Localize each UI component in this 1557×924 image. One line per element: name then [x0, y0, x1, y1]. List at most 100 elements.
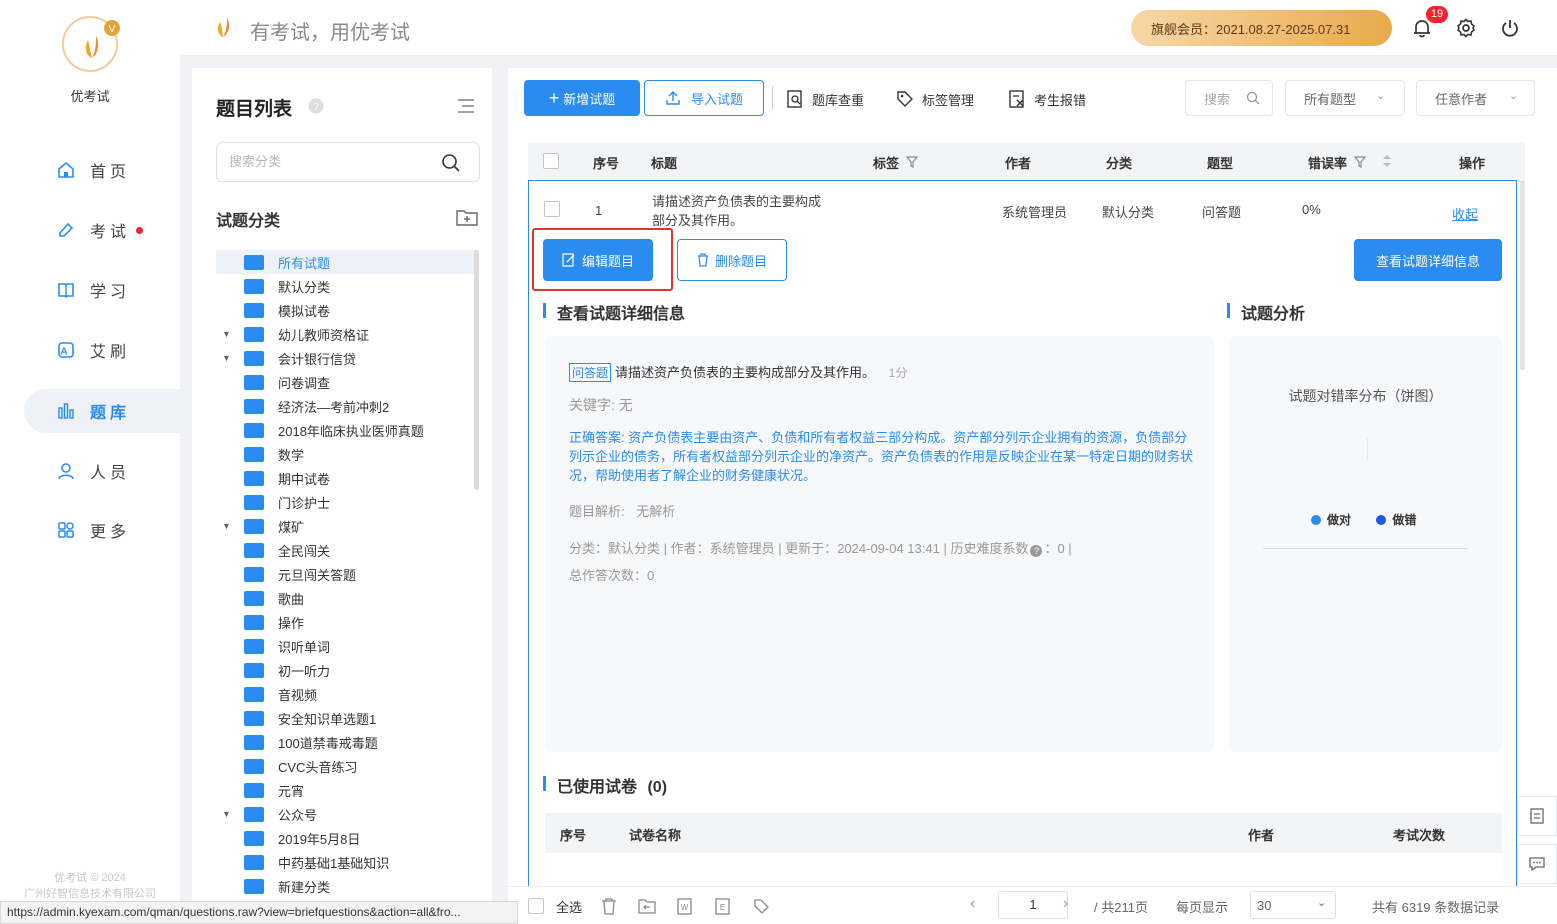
category-item[interactable]: 初一听力 [216, 658, 476, 682]
bottom-bar: 全选 W E ‹ 1 › / 共211页 每页显示 30 ⌄ 共有 6319 条… [508, 886, 1557, 924]
category-item[interactable]: 100道禁毒戒毒题 [216, 730, 476, 754]
category-item[interactable]: 新建分类 [216, 874, 476, 898]
export-excel-icon[interactable]: E [714, 897, 732, 915]
view-detail-button[interactable]: 查看试题详细信息 [1354, 239, 1502, 281]
trash-icon[interactable] [600, 897, 618, 915]
category-item[interactable]: 经济法—考前冲刺2 [216, 394, 476, 418]
move-folder-icon[interactable] [638, 897, 656, 915]
author-filter-select[interactable]: 任意作者 ⌄ [1416, 80, 1535, 116]
help-icon[interactable]: ? [308, 98, 324, 114]
category-search-input[interactable] [229, 154, 429, 169]
category-item[interactable]: 识听单词 [216, 634, 476, 658]
add-question-button[interactable]: + 新增试题 [524, 80, 640, 116]
delete-question-button[interactable]: 删除题目 [677, 239, 787, 281]
per-page-select[interactable]: 30 ⌄ [1250, 891, 1336, 919]
row-title[interactable]: 请描述资产负债表的主要构成 部分及其作用。 [652, 192, 821, 230]
category-item[interactable]: 歌曲 [216, 586, 476, 610]
report-error-button[interactable]: 考生报错 [1008, 88, 1086, 110]
chat-button[interactable] [1517, 844, 1557, 884]
next-page-icon[interactable]: › [1063, 895, 1068, 913]
category-item[interactable]: 所有试题 [216, 250, 476, 274]
search-icon[interactable] [1246, 91, 1260, 105]
category-item[interactable]: 数学 [216, 442, 476, 466]
expand-arrow-icon[interactable]: ▼ [222, 809, 231, 819]
nav-home[interactable]: 首页 [24, 148, 180, 192]
collapse-menu-icon[interactable] [456, 98, 476, 114]
nav-question-bank[interactable]: 题库 [24, 389, 180, 433]
import-question-button[interactable]: 导入试题 [644, 80, 764, 116]
category-item[interactable]: 音视频 [216, 682, 476, 706]
category-item[interactable]: 2018年临床执业医师真题 [216, 418, 476, 442]
category-item[interactable]: 期中试卷 [216, 466, 476, 490]
add-folder-icon[interactable] [456, 208, 478, 226]
page-number-input[interactable]: 1 [998, 891, 1068, 919]
highlight-box [532, 228, 673, 291]
chart-axis-line [1263, 548, 1468, 549]
category-item[interactable]: ▼ 会计银行信贷 [216, 346, 476, 370]
category-item[interactable]: ▼ 幼儿教师资格证 [216, 322, 476, 346]
question-search[interactable]: 搜索 [1185, 80, 1273, 116]
nav-exam[interactable]: 考试 [24, 208, 180, 252]
row-checkbox[interactable] [544, 201, 560, 217]
sort-icon[interactable] [1382, 153, 1392, 169]
select-all-checkbox[interactable] [543, 153, 559, 169]
folder-icon [244, 566, 264, 582]
bottom-select-all-checkbox[interactable] [528, 898, 544, 914]
category-item[interactable]: 2019年5月8日 [216, 826, 476, 850]
nav-study[interactable]: 学习 [24, 268, 180, 312]
feedback-button[interactable] [1517, 796, 1557, 836]
tag-icon[interactable] [752, 897, 770, 915]
power-icon[interactable] [1500, 18, 1520, 38]
category-item[interactable]: ▼ 公众号 [216, 802, 476, 826]
expand-arrow-icon[interactable]: ▼ [222, 521, 231, 531]
category-item[interactable]: 模拟试卷 [216, 298, 476, 322]
category-section-title: 试题分类 [216, 213, 281, 230]
category-item[interactable]: 门诊护士 [216, 490, 476, 514]
nav-aishua[interactable]: A 艾刷 [24, 328, 180, 372]
category-item[interactable]: ▼ 煤矿 [216, 514, 476, 538]
expand-arrow-icon[interactable]: ▼ [222, 329, 231, 339]
filter-icon[interactable] [906, 155, 920, 169]
type-filter-select[interactable]: 所有题型 ⌄ [1285, 80, 1405, 116]
category-item[interactable]: 元旦闯关答题 [216, 562, 476, 586]
legend-wrong[interactable]: 做错 [1392, 513, 1416, 527]
category-item[interactable]: 中药基础1基础知识 [216, 850, 476, 874]
settings-gear-icon[interactable] [1456, 18, 1476, 38]
chevron-down-icon: ⌄ [1509, 90, 1519, 102]
nav-people[interactable]: 人员 [24, 449, 180, 493]
prev-page-icon[interactable]: ‹ [970, 895, 975, 913]
select-all-label[interactable]: 全选 [556, 897, 582, 916]
legend-right[interactable]: 做对 [1327, 513, 1351, 527]
logo-icon: V [85, 20, 120, 58]
category-scrollbar[interactable] [474, 250, 479, 490]
category-item[interactable]: 安全知识单选题1 [216, 706, 476, 730]
membership-badge[interactable]: 旗舰会员：2021.08.27-2025.07.31 [1131, 10, 1392, 46]
folder-icon [244, 878, 264, 894]
col-tags[interactable]: 标签 [873, 153, 899, 172]
home-icon [56, 160, 76, 180]
category-search[interactable] [216, 142, 480, 182]
category-label: 识听单词 [278, 639, 331, 655]
category-label: 全民闯关 [278, 543, 331, 559]
question-type-tag: 问答题 [569, 363, 612, 382]
tag-manage-button[interactable]: 标签管理 [896, 88, 974, 110]
app-logo[interactable]: V [62, 16, 120, 72]
category-item[interactable]: 全民闯关 [216, 538, 476, 562]
category-item[interactable]: 元宵 [216, 778, 476, 802]
expand-arrow-icon[interactable]: ▼ [222, 353, 231, 363]
category-item[interactable]: 默认分类 [216, 274, 476, 298]
collapse-link[interactable]: 收起 [1452, 204, 1478, 223]
category-item[interactable]: 问卷调查 [216, 370, 476, 394]
legend-wrong-dot [1376, 515, 1387, 525]
info-icon[interactable]: ? [1030, 545, 1043, 557]
export-word-icon[interactable]: W [676, 897, 694, 915]
nav-more[interactable]: 更多 [24, 508, 180, 552]
category-item[interactable]: CVC头音练习 [216, 754, 476, 778]
search-icon[interactable] [441, 153, 461, 173]
svg-text:E: E [720, 903, 725, 912]
main-scrollbar[interactable] [1520, 180, 1525, 370]
category-item[interactable]: 操作 [216, 610, 476, 634]
dedupe-button[interactable]: 题库查重 [786, 88, 864, 110]
filter-icon[interactable] [1354, 155, 1368, 169]
col-error-rate[interactable]: 错误率 [1308, 153, 1347, 172]
